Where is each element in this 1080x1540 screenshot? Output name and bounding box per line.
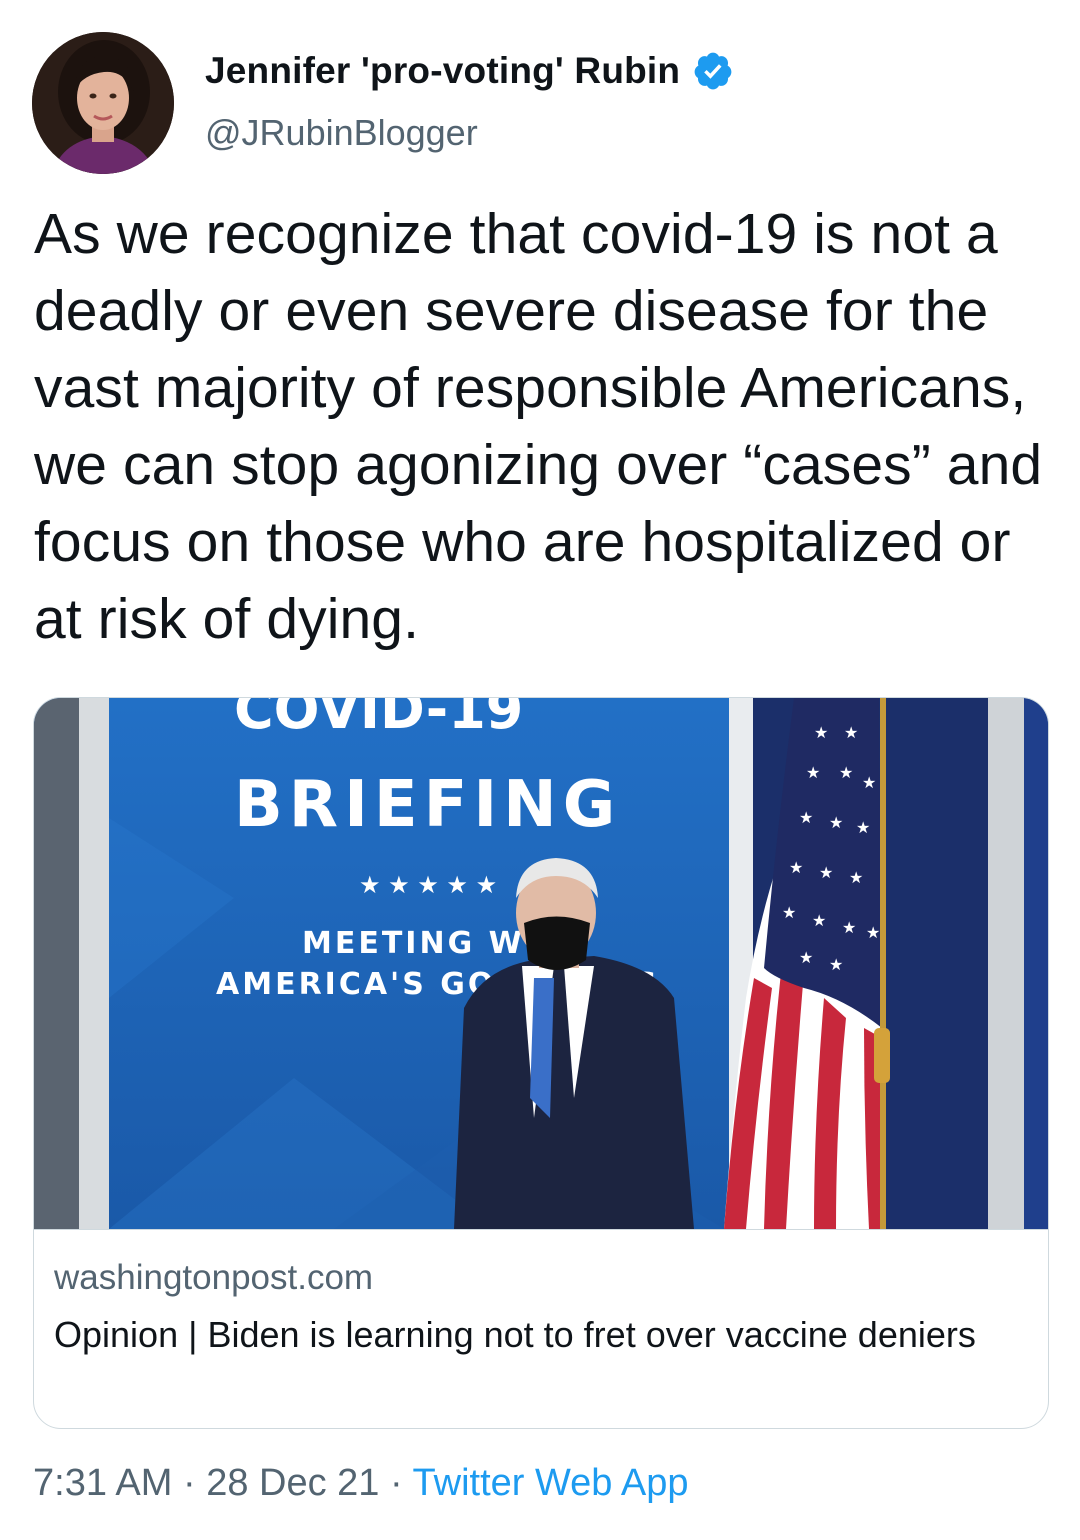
svg-text:★: ★ [862, 773, 876, 792]
svg-text:★: ★ [866, 923, 880, 942]
svg-text:★: ★ [799, 948, 813, 967]
card-title: Opinion | Biden is learning not to fret … [54, 1314, 976, 1355]
svg-text:★: ★ [839, 763, 853, 782]
svg-text:★: ★ [844, 723, 858, 742]
tweet-date[interactable]: 28 Dec 21 [206, 1462, 379, 1504]
backdrop-covid-text: COVID-19 [234, 698, 523, 741]
backdrop-stars-text: ★ ★ ★ ★ ★ [359, 871, 497, 899]
backdrop-meeting-text: MEETING W [302, 926, 525, 961]
author-handle[interactable]: @JRubinBlogger [205, 112, 478, 154]
svg-text:★: ★ [856, 818, 870, 837]
tweet: Jennifer 'pro-voting' Rubin @JRubinBlogg… [0, 0, 1080, 1540]
card-info[interactable]: washingtonpost.com Opinion | Biden is le… [34, 1229, 1048, 1428]
link-card[interactable]: COVID-19 BRIEFING ★ ★ ★ ★ ★ MEETING W AM… [33, 697, 1049, 1429]
svg-text:★: ★ [814, 723, 828, 742]
svg-text:★: ★ [799, 808, 813, 827]
tweet-text: As we recognize that covid-19 is not a d… [34, 202, 1043, 651]
svg-text:★: ★ [789, 858, 803, 877]
svg-text:★: ★ [849, 868, 863, 887]
meta-separator: · [182, 1462, 196, 1504]
author-display-name[interactable]: Jennifer 'pro-voting' Rubin [205, 50, 680, 92]
backdrop-governors-text: AMERICA'S GO [216, 967, 496, 1002]
avatar-portrait-icon [32, 32, 174, 174]
avatar[interactable] [32, 32, 174, 174]
svg-text:★: ★ [819, 863, 833, 882]
svg-text:★: ★ [812, 911, 826, 930]
svg-text:★: ★ [842, 918, 856, 937]
svg-text:★: ★ [782, 903, 796, 922]
backdrop-briefing-text: BRIEFING [234, 768, 621, 842]
author-name-row: Jennifer 'pro-voting' Rubin [205, 50, 734, 92]
tweet-time[interactable]: 7:31 AM [33, 1462, 172, 1504]
svg-text:★: ★ [829, 813, 843, 832]
meta-separator: · [390, 1462, 403, 1504]
card-image[interactable]: COVID-19 BRIEFING ★ ★ ★ ★ ★ MEETING W AM… [34, 698, 1048, 1229]
tweet-meta: 7:31 AM · 28 Dec 21 · Twitter Web App [33, 1462, 689, 1505]
svg-text:★: ★ [806, 763, 820, 782]
svg-text:★: ★ [829, 955, 843, 974]
card-domain: washingtonpost.com [54, 1258, 374, 1297]
tweet-source-link[interactable]: Twitter Web App [413, 1462, 689, 1504]
verified-badge-icon [694, 52, 732, 90]
